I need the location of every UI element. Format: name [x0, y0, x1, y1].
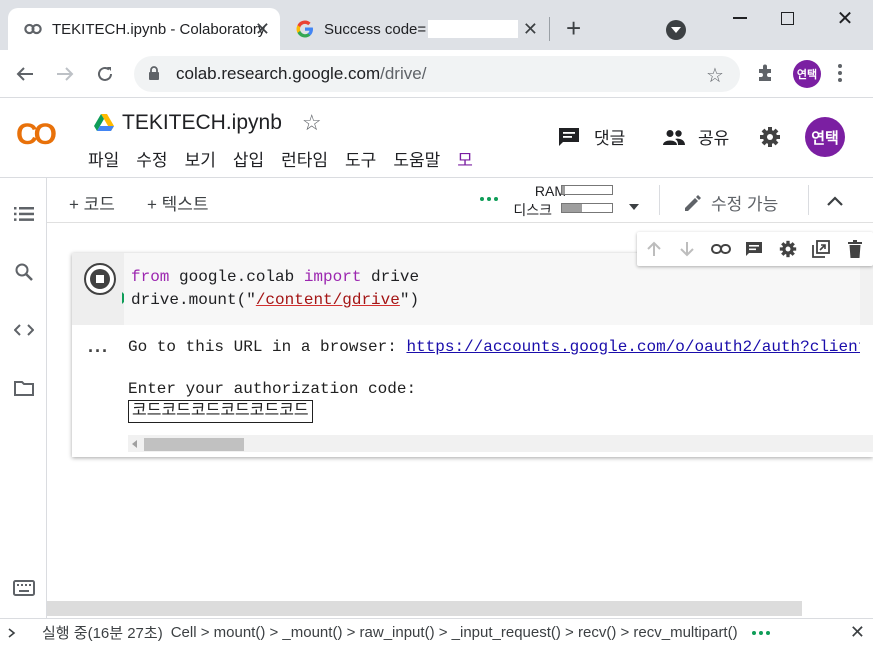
settings-gear-icon[interactable] — [759, 126, 781, 148]
disk-meter — [561, 203, 613, 213]
bookmark-star-icon[interactable]: ☆ — [706, 63, 724, 88]
colab-logo[interactable]: CO — [16, 118, 57, 152]
forward-icon[interactable] — [51, 60, 79, 88]
tab-success-code[interactable]: Success code= ✕ — [280, 8, 548, 50]
colab-favicon-icon — [24, 20, 42, 38]
close-status-icon[interactable]: ✕ — [850, 622, 865, 643]
minimize-icon[interactable] — [720, 4, 760, 32]
maximize-icon[interactable] — [767, 4, 807, 32]
extensions-icon[interactable] — [755, 62, 777, 89]
profile-avatar[interactable]: 연택 — [793, 60, 821, 88]
pencil-icon — [683, 193, 703, 213]
cell-gutter — [72, 253, 124, 325]
browser-menu-icon[interactable] — [838, 64, 842, 82]
menu-edit[interactable]: 수정 — [136, 146, 167, 171]
code-snippets-icon[interactable] — [12, 318, 36, 342]
url-text: colab.research.google.com/drive/ — [176, 64, 427, 83]
scrollbar-thumb[interactable] — [144, 438, 244, 451]
notebook-horizontal-scrollbar[interactable] — [47, 601, 802, 616]
colab-header: CO TEKITECH.ipynb ☆ 파일 수정 보기 삽입 런타임 도구 도… — [0, 98, 873, 178]
add-code-cell-button[interactable]: + 코드 — [69, 190, 115, 215]
expand-status-icon[interactable] — [8, 627, 16, 638]
cell-settings-gear-icon[interactable] — [777, 238, 799, 260]
lock-icon[interactable] — [148, 66, 160, 86]
left-rail — [0, 178, 47, 618]
edit-mode-button[interactable]: 수정 가능 — [683, 190, 778, 215]
execution-status: 실행 중(16분 27초) — [42, 625, 163, 642]
menu-insert[interactable]: 삽입 — [233, 146, 264, 171]
menu-runtime[interactable]: 런타임 — [281, 146, 328, 171]
tab-title: TEKITECH.ipynb - Colaboratory — [52, 20, 266, 38]
back-icon[interactable] — [11, 60, 39, 88]
share-button[interactable]: 공유 — [662, 124, 729, 149]
mirror-cell-icon[interactable] — [810, 238, 832, 260]
notebook-title-area: TEKITECH.ipynb ☆ — [94, 110, 322, 136]
tab-title: Success code= — [324, 20, 427, 38]
execution-trace: Cell > mount() > _mount() > raw_input() … — [170, 624, 738, 641]
search-icon[interactable] — [12, 260, 36, 284]
drive-icon — [94, 114, 114, 132]
output-menu-icon[interactable]: ··· — [88, 341, 109, 362]
oauth-link[interactable]: https://accounts.google.com/o/oauth2/aut… — [406, 338, 860, 356]
ram-meter — [561, 185, 613, 195]
toolbar-divider — [659, 185, 660, 215]
link-icon[interactable] — [710, 238, 732, 260]
running-indicator-icon — [751, 630, 770, 635]
comment-icon — [558, 127, 580, 147]
reload-icon[interactable] — [91, 60, 119, 88]
notebook-toolbar: + 코드 + 텍스트 RAM 디스크 수정 가능 — [47, 178, 873, 223]
close-window-icon[interactable]: ✕ — [825, 4, 865, 32]
status-bar: 실행 중(16분 27초) Cell > mount() > _mount() … — [0, 618, 873, 646]
menu-tools[interactable]: 도구 — [345, 146, 376, 171]
toolbar-divider — [808, 185, 809, 215]
notebook-title[interactable]: TEKITECH.ipynb — [122, 111, 282, 135]
output-horizontal-scrollbar[interactable] — [128, 435, 873, 452]
folder-icon[interactable] — [12, 376, 36, 400]
collapse-header-icon[interactable] — [827, 193, 843, 211]
scroll-left-icon[interactable] — [132, 440, 137, 448]
menu-all-changes[interactable]: 모 — [457, 146, 473, 171]
redacted-block — [428, 20, 519, 38]
connected-status-icon — [480, 197, 498, 201]
delete-icon[interactable] — [844, 238, 866, 260]
code-cell[interactable]: from google.colab import drive drive.mou… — [72, 253, 873, 457]
comment-icon[interactable] — [743, 238, 765, 260]
move-up-icon[interactable] — [643, 238, 665, 260]
people-icon — [662, 129, 686, 145]
google-favicon-icon — [296, 20, 314, 38]
browser-toolbar: colab.research.google.com/drive/ ☆ 연택 — [0, 50, 873, 98]
tab-search-icon[interactable] — [666, 20, 686, 40]
menu-view[interactable]: 보기 — [185, 146, 216, 171]
menu-file[interactable]: 파일 — [88, 146, 119, 171]
stop-execution-button[interactable] — [84, 263, 116, 295]
browser-tab-strip: TEKITECH.ipynb - Colaboratory ✕ Success … — [0, 0, 873, 50]
move-down-icon[interactable] — [676, 238, 698, 260]
comment-button[interactable]: 댓글 — [558, 124, 625, 149]
cell-toolbar — [637, 232, 873, 266]
close-tab-icon[interactable]: ✕ — [523, 19, 538, 40]
authorization-code-input[interactable]: 코드코드코드코드코드코드 — [128, 400, 313, 423]
close-tab-icon[interactable]: ✕ — [255, 19, 270, 40]
menu-help[interactable]: 도움말 — [393, 146, 440, 171]
user-avatar[interactable]: 연택 — [805, 117, 845, 157]
tab-divider — [549, 17, 550, 41]
table-of-contents-icon[interactable] — [12, 202, 36, 226]
new-tab-button[interactable]: + — [566, 13, 581, 43]
tab-colab[interactable]: TEKITECH.ipynb - Colaboratory ✕ — [8, 8, 280, 50]
command-palette-icon[interactable] — [12, 576, 36, 600]
menu-bar: 파일 수정 보기 삽입 런타임 도구 도움말 모 — [88, 146, 490, 171]
output-text: Go to this URL in a browser: https://acc… — [128, 337, 860, 423]
address-bar[interactable]: colab.research.google.com/drive/ ☆ — [134, 56, 740, 92]
resource-dropdown-icon[interactable] — [629, 197, 639, 215]
add-text-cell-button[interactable]: + 텍스트 — [147, 190, 209, 215]
cell-output: ··· Go to this URL in a browser: https:/… — [72, 325, 873, 457]
star-icon[interactable]: ☆ — [302, 110, 322, 136]
